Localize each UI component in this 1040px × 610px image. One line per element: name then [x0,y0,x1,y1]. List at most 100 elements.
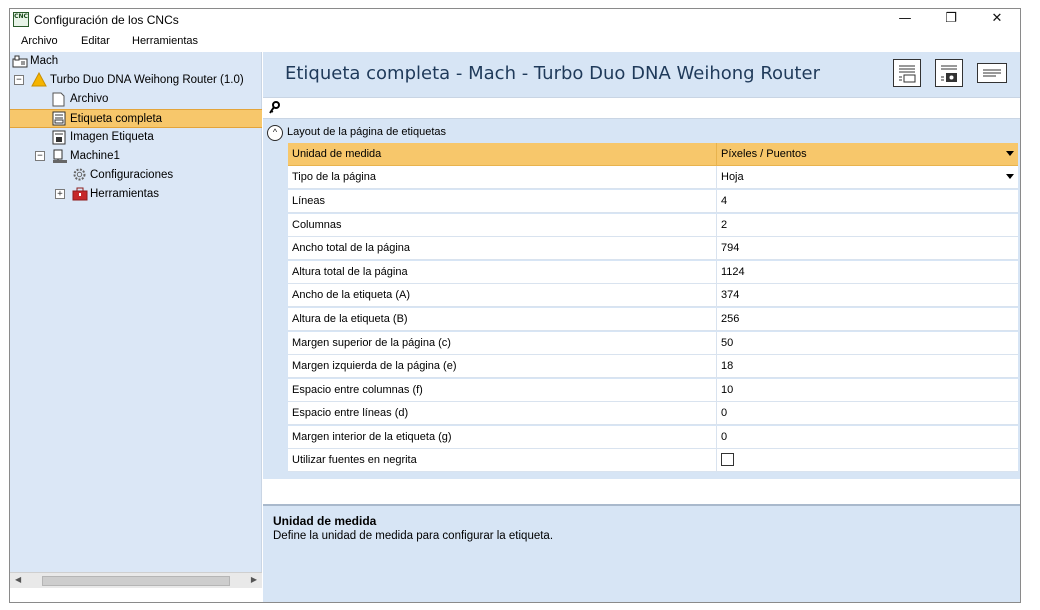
property-search-input[interactable] [287,100,1007,116]
description-title: Unidad de medida [273,514,377,528]
property-value[interactable]: 256 [721,313,739,325]
tree-label-configuraciones: Configuraciones [90,169,174,181]
tree-label-imagen-etiqueta: Imagen Etiqueta [70,131,154,143]
scroll-thumb[interactable] [42,576,230,586]
menu-editar[interactable]: Editar [81,35,110,47]
header-band: Etiqueta completa - Mach - Turbo Duo DNA… [263,52,1020,97]
property-name: Unidad de medida [292,148,382,160]
property-name: Margen izquierda de la página (e) [292,360,457,372]
property-name: Altura total de la página [292,266,408,278]
label-image-view-button[interactable] [935,59,963,87]
property-name: Espacio entre líneas (d) [292,407,409,419]
title-bar: CNC Configuración de los CNCs — ❐ ✕ [10,9,1020,31]
scroll-left-icon[interactable]: ◀ [15,575,21,584]
column-separator [716,190,717,213]
property-value[interactable]: Píxeles / Puentos [721,148,807,160]
column-separator [716,284,717,307]
properties-pane: Etiqueta completa - Mach - Turbo Duo DNA… [263,52,1020,602]
key-icon [269,101,281,118]
property-value[interactable]: 2 [721,219,727,231]
property-name: Margen interior de la etiqueta (g) [292,431,452,443]
property-row-altura-etiqueta[interactable]: Altura de la etiqueta (B) 256 [288,308,1018,331]
tree-item-configuraciones[interactable]: Configuraciones [10,166,262,185]
property-row-espacio-lineas[interactable]: Espacio entre líneas (d) 0 [288,402,1018,425]
property-row-espacio-columnas[interactable]: Espacio entre columnas (f) 10 [288,379,1018,402]
property-name: Margen superior de la página (c) [292,337,451,349]
menu-archivo[interactable]: Archivo [21,35,58,47]
property-name: Ancho total de la página [292,242,411,254]
collapse-icon[interactable]: − [35,151,45,161]
dropdown-arrow-icon[interactable] [1006,151,1014,156]
collapse-icon[interactable]: − [14,75,24,85]
property-value[interactable]: 374 [721,289,739,301]
property-row-ancho-etiqueta[interactable]: Ancho de la etiqueta (A) 374 [288,284,1018,307]
lines-icon [983,69,1001,77]
property-grid: ^ Layout de la página de etiquetas Unida… [263,119,1020,479]
property-name: Columnas [292,219,342,231]
page-title: Etiqueta completa - Mach - Turbo Duo DNA… [285,63,820,84]
restore-button[interactable]: ❐ [928,9,974,31]
close-button[interactable]: ✕ [974,9,1020,31]
tree-item-mach[interactable]: Mach [10,52,262,71]
column-separator [716,379,717,402]
expand-icon[interactable]: + [55,189,65,199]
property-row-tipo-pagina[interactable]: Tipo de la página Hoja [288,166,1018,189]
tree-label-machine: Turbo Duo DNA Weihong Router (1.0) [50,74,244,86]
description-panel: Unidad de medida Define la unidad de med… [263,504,1020,602]
property-value[interactable]: 0 [721,431,727,443]
tree-label-herramientas: Herramientas [90,188,160,200]
minimize-button[interactable]: — [882,9,928,31]
tree-item-archivo[interactable]: Archivo [10,90,262,109]
tree-label-archivo: Archivo [70,93,109,105]
scroll-right-icon[interactable]: ▶ [251,575,257,584]
column-separator [716,261,717,284]
toolbox-icon [72,187,88,208]
property-row-margen-interior[interactable]: Margen interior de la etiqueta (g) 0 [288,426,1018,449]
column-separator [716,355,717,378]
tree-item-machine1[interactable]: − Machine1 [10,147,262,166]
tree-item-machine[interactable]: − Turbo Duo DNA Weihong Router (1.0) [10,71,262,90]
property-name: Ancho de la etiqueta (A) [292,289,411,301]
property-value[interactable]: 0 [721,407,727,419]
property-name: Utilizar fuentes en negrita [292,454,417,466]
tree-label-etiqueta-completa: Etiqueta completa [70,113,163,125]
bold-fonts-checkbox[interactable] [721,453,734,466]
menu-herramientas[interactable]: Herramientas [132,35,198,47]
list-view-button[interactable] [977,63,1007,83]
property-value[interactable]: 18 [721,360,733,372]
property-value[interactable]: 1124 [721,266,745,278]
property-name: Espacio entre columnas (f) [292,384,423,396]
tree-label-machine1: Machine1 [70,150,120,162]
property-row-altura-pagina[interactable]: Altura total de la página 1124 [288,261,1018,284]
label-sheet-icon [899,65,916,83]
tree-horizontal-scrollbar[interactable]: ◀ ▶ [10,572,262,588]
tree-label-mach: Mach [30,55,59,67]
property-row-columnas[interactable]: Columnas 2 [288,214,1018,237]
property-value[interactable]: 50 [721,337,733,349]
cnc-app-icon: CNC [13,12,29,27]
column-separator [716,449,717,472]
column-separator [716,426,717,449]
property-row-ancho-pagina[interactable]: Ancho total de la página 794 [288,237,1018,260]
search-row [263,97,1020,119]
window-title: Configuración de los CNCs [34,13,179,27]
property-row-margen-izquierda[interactable]: Margen izquierda de la página (e) 18 [288,355,1018,378]
property-row-unidad-medida[interactable]: Unidad de medida Píxeles / Puentos [288,143,1018,166]
property-row-margen-superior[interactable]: Margen superior de la página (c) 50 [288,332,1018,355]
property-name: Tipo de la página [292,171,376,183]
menu-bar: Archivo Editar Herramientas [10,31,1020,51]
property-value[interactable]: 794 [721,242,739,254]
property-value[interactable]: 10 [721,384,733,396]
property-value[interactable]: Hoja [721,171,744,183]
full-label-view-button[interactable] [893,59,921,87]
property-value[interactable]: 4 [721,195,727,207]
column-separator [716,143,717,166]
collapse-category-icon[interactable]: ^ [267,125,283,141]
tree-item-imagen-etiqueta[interactable]: Imagen Etiqueta [10,128,262,147]
tree-item-etiqueta-completa[interactable]: Etiqueta completa [10,109,262,128]
column-separator [716,308,717,331]
dropdown-arrow-icon[interactable] [1006,174,1014,179]
property-row-lineas[interactable]: Líneas 4 [288,190,1018,213]
tree-item-herramientas[interactable]: + Herramientas [10,185,262,204]
property-row-fuentes-negrita[interactable]: Utilizar fuentes en negrita [288,449,1018,472]
